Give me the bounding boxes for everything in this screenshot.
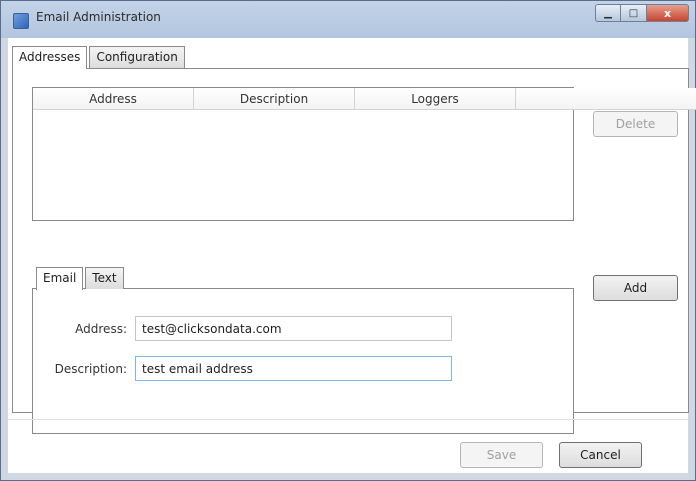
close-button[interactable]: x — [647, 4, 689, 22]
column-header-loggers[interactable]: Loggers — [355, 88, 516, 110]
entry-tab-strip: Email Text — [36, 267, 124, 290]
maximize-icon: □ — [628, 7, 639, 19]
email-administration-window: Email Administration ▁ □ x Addresses Con… — [0, 0, 696, 481]
address-label: Address: — [75, 322, 127, 336]
title-bar[interactable]: Email Administration ▁ □ x — [1, 1, 695, 38]
description-label: Description: — [54, 362, 127, 376]
address-input[interactable] — [135, 316, 452, 341]
tab-text[interactable]: Text — [85, 267, 124, 289]
cancel-button[interactable]: Cancel — [559, 442, 642, 468]
tab-configuration[interactable]: Configuration — [89, 46, 185, 68]
save-button[interactable]: Save — [460, 442, 543, 468]
window-title: Email Administration — [36, 10, 161, 24]
addresses-tab-page: Address Description Loggers Delete Email… — [12, 68, 696, 434]
tab-email[interactable]: Email — [36, 267, 84, 290]
tab-addresses[interactable]: Addresses — [12, 46, 88, 69]
email-tab-page: Address: Description: — [32, 288, 574, 434]
minimize-button[interactable]: ▁ — [595, 4, 621, 22]
addresses-list-header: Address Description Loggers — [33, 88, 696, 110]
main-tab-strip: Addresses Configuration — [12, 46, 185, 69]
column-header-address[interactable]: Address — [33, 88, 194, 110]
email-app-icon — [13, 13, 29, 29]
description-input[interactable] — [135, 356, 452, 381]
footer-separator — [8, 419, 688, 420]
maximize-button[interactable]: □ — [621, 4, 647, 22]
add-button[interactable]: Add — [593, 275, 678, 301]
minimize-icon: ▁ — [604, 7, 612, 19]
column-header-filler — [516, 88, 696, 110]
close-icon: x — [663, 6, 672, 20]
addresses-list[interactable]: Address Description Loggers — [32, 87, 696, 221]
delete-button[interactable]: Delete — [593, 111, 678, 137]
window-client-area: Addresses Configuration Address Descript… — [8, 38, 696, 473]
column-header-description[interactable]: Description — [194, 88, 355, 110]
caption-buttons: ▁ □ x — [595, 4, 689, 22]
